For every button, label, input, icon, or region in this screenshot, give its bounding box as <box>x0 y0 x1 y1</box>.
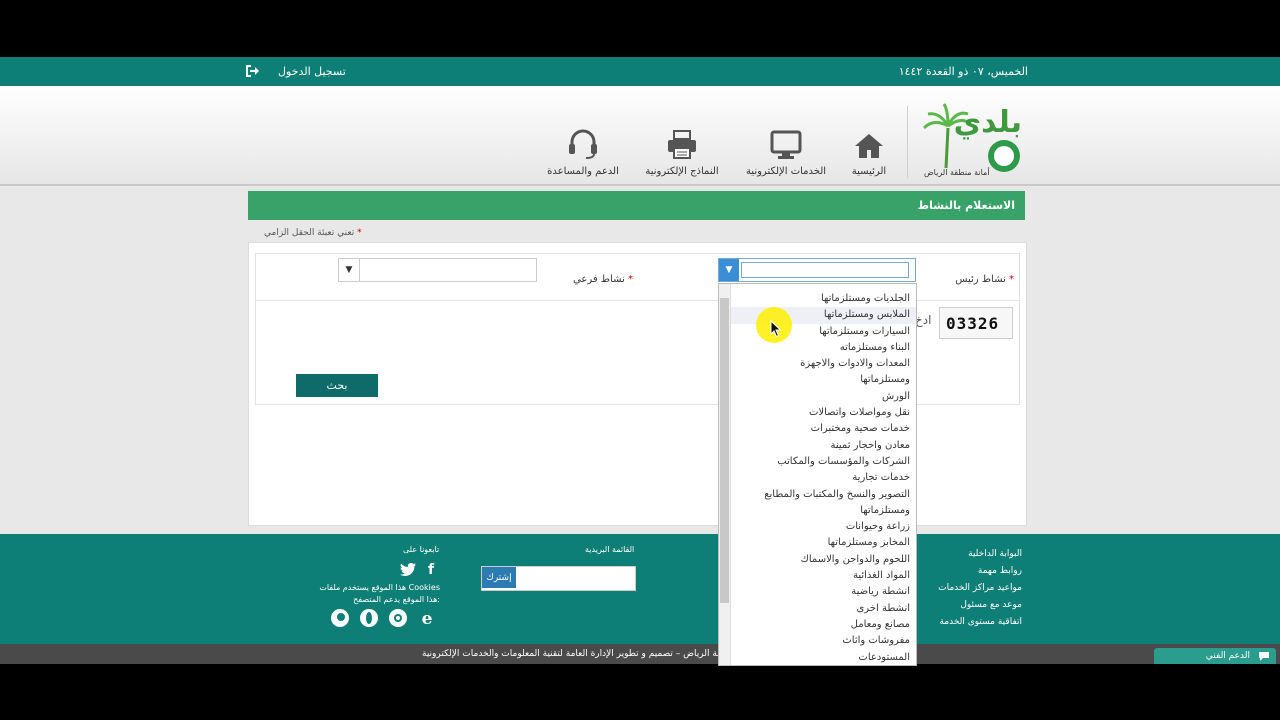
page-title-bar: الاستعلام بالنشاط <box>248 191 1025 220</box>
search-button[interactable]: بحث <box>296 374 378 397</box>
twitter-icon[interactable] <box>400 563 416 576</box>
login-link[interactable]: تسجيل الدخول <box>244 63 346 79</box>
date-text: الخميس، ٠٧ ذو القعدة ١٤٤٢ <box>898 65 1028 78</box>
footer: البوابة الداخلية روابط مهمة مواعيد مراكز… <box>0 534 1280 644</box>
facebook-icon[interactable]: f <box>428 562 434 578</box>
dropdown-option[interactable]: مفروشات واثاث <box>731 633 916 649</box>
nav-support[interactable]: الدعم والمساعدة <box>535 126 631 177</box>
footer-links: البوابة الداخلية روابط مهمة مواعيد مراكز… <box>938 546 1022 631</box>
mouse-pointer-icon <box>770 320 782 338</box>
dropdown-option[interactable]: ومستلزماتها <box>731 503 916 519</box>
dropdown-option[interactable]: زراعة وحيوانات <box>731 519 916 535</box>
opera-icon <box>360 609 378 627</box>
logo-subtitle: أمانة منطقة الرياض <box>924 168 990 177</box>
dropdown-option[interactable]: اللحوم والدواجن والاسماك <box>731 552 916 568</box>
printer-icon <box>668 130 696 159</box>
copyright-bar: يقة الرياض – تصميم و تطوير الإدارة العام… <box>0 644 1280 664</box>
dropdown-option[interactable]: معادن واحجار ثمينة <box>731 438 916 454</box>
login-label: تسجيل الدخول <box>278 64 346 78</box>
page-title: الاستعلام بالنشاط <box>917 199 1015 212</box>
support-chat-label: الدعم الفني <box>1205 651 1250 661</box>
chevron-down-icon: ▼ <box>725 265 733 275</box>
nav-eforms-label: النماذج الإلكترونية <box>645 166 719 177</box>
svg-text:بلدي: بلدي <box>954 105 1022 140</box>
mailing-list-title: القائمة البريدية <box>585 545 635 554</box>
firefox-icon <box>331 609 349 627</box>
captcha-prompt: ادخ <box>915 313 932 327</box>
svg-text:e: e <box>422 609 433 628</box>
main-activity-select[interactable]: ▼ <box>718 258 916 282</box>
browser-support-notice: هذا الموقع يدعم المتصفح: <box>353 595 440 604</box>
footer-link-internal[interactable]: البوابة الداخلية <box>938 546 1022 563</box>
captcha-text: 03326 <box>946 314 1000 333</box>
footer-link-appointments[interactable]: مواعيد مراكز الخدمات <box>938 580 1022 597</box>
nav-eforms[interactable]: النماذج الإلكترونية <box>634 126 730 177</box>
dropdown-option[interactable]: ومستلزماتها <box>731 372 916 388</box>
nav-home[interactable]: الرئيسية <box>821 126 917 177</box>
main-activity-required: * <box>1009 274 1014 285</box>
headset-icon <box>569 129 597 159</box>
footer-link-important[interactable]: روابط مهمة <box>938 563 1022 580</box>
support-chat-button[interactable]: الدعم الفني <box>1154 648 1276 664</box>
nav-eservices[interactable]: الخدمات الإلكترونية <box>738 126 834 177</box>
dropdown-option[interactable]: المستودعات <box>731 650 916 665</box>
chevron-down-icon: ▼ <box>345 265 353 275</box>
sub-activity-dropdown-toggle[interactable]: ▼ <box>339 259 360 281</box>
dropdown-option[interactable]: خدمات صحية ومختبرات <box>731 421 916 437</box>
dropdown-option[interactable]: الورش <box>731 389 916 405</box>
nav-eservices-label: الخدمات الإلكترونية <box>745 166 827 177</box>
footer-link-meeting[interactable]: موعد مع مسئول <box>938 597 1022 614</box>
top-bar: الخميس، ٠٧ ذو القعدة ١٤٤٢ تسجيل الدخول <box>0 57 1280 86</box>
dropdown-option[interactable]: مصانع ومعامل <box>731 617 916 633</box>
follow-us-title: تابعونا على <box>403 545 440 554</box>
dropdown-scrollbar[interactable] <box>719 284 731 665</box>
nav-support-label: الدعم والمساعدة <box>547 166 619 177</box>
dropdown-option[interactable]: نقل ومواصلات واتصالات <box>731 405 916 421</box>
main-activity-label: نشاط رئيس * <box>955 274 1014 285</box>
chrome-icon <box>389 609 407 627</box>
dropdown-option[interactable]: المعدات والادوات والاجهزة <box>731 356 916 372</box>
dropdown-option[interactable]: خدمات تجارية <box>731 470 916 486</box>
dropdown-option[interactable]: التصوير والنسخ والمكتبات والمطابع <box>731 487 916 503</box>
dropdown-option[interactable]: انشطة رياضية <box>731 584 916 600</box>
dropdown-option[interactable]: المخابز ومستلزماتها <box>731 535 916 551</box>
captcha-image: 03326 <box>939 307 1013 339</box>
subscribe-button[interactable]: إشترك <box>482 567 516 588</box>
required-asterisk: * <box>357 228 362 238</box>
dropdown-option[interactable]: انشطة اخرى <box>731 601 916 617</box>
dropdown-option[interactable]: البناء ومستلزماته <box>731 340 916 356</box>
main-activity-dropdown-toggle[interactable]: ▼ <box>719 259 739 281</box>
main-activity-options-list[interactable]: الجلديات ومستلزماتها الملابس ومستلزماتها ا… <box>718 283 917 666</box>
dropdown-option[interactable]: الشركات والمؤسسات والمكاتب <box>731 454 916 470</box>
main-activity-search-input[interactable] <box>741 262 909 278</box>
copyright-text: يقة الرياض – تصميم و تطوير الإدارة العام… <box>422 649 725 659</box>
sub-activity-required: * <box>628 274 633 285</box>
chat-icon <box>1259 651 1269 661</box>
dropdown-option[interactable]: الجلديات ومستلزماتها <box>731 291 916 307</box>
home-icon <box>855 134 883 158</box>
cookies-notice: هذا الموقع يستخدم ملفات Cookies <box>319 583 440 592</box>
monitor-icon <box>770 130 802 159</box>
login-icon <box>246 65 259 77</box>
baladi-logo[interactable]: بلدي أمانة منطقة الرياض <box>918 98 1028 180</box>
footer-link-sla[interactable]: اتفاقية مستوى الخدمة <box>938 614 1022 631</box>
sub-activity-label-text: نشاط فرعي <box>573 274 625 285</box>
required-note-text: تعني تعبئة الحقل الزامي <box>264 228 355 238</box>
ie-icon: e <box>422 609 433 628</box>
main-activity-label-text: نشاط رئيس <box>955 274 1006 285</box>
dropdown-scroll-thumb[interactable] <box>720 298 729 603</box>
sub-activity-label: نشاط فرعي * <box>573 274 633 285</box>
dropdown-options: الجلديات ومستلزماتها الملابس ومستلزماتها ا… <box>731 291 916 665</box>
sub-activity-select[interactable]: ▼ <box>338 258 537 282</box>
browser-icons: e <box>330 608 437 628</box>
nav-home-label: الرئيسية <box>851 166 887 177</box>
header: بلدي أمانة منطقة الرياض الرئيسية الخدمات… <box>0 86 1280 186</box>
dropdown-option[interactable]: المواد الغذائية <box>731 568 916 584</box>
